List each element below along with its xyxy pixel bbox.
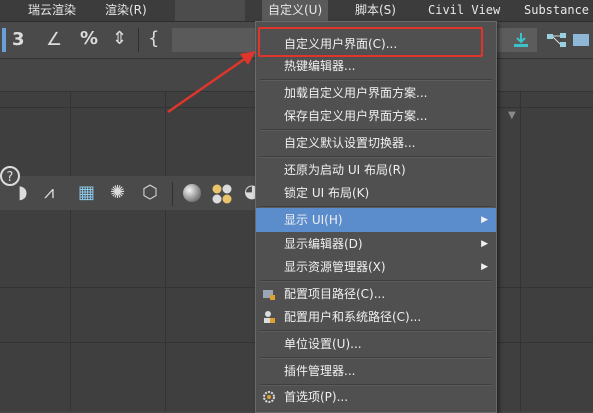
annotation-highlight-box — [258, 27, 483, 57]
menu-blurred-region — [175, 0, 245, 21]
edit-named-selection-icon[interactable]: { — [148, 30, 159, 48]
spinner-snap-icon[interactable]: ⇕ — [112, 30, 127, 48]
menu-item-show-editor[interactable]: 显示编辑器(D) ▶ — [256, 232, 496, 256]
render-effect-icon[interactable]: ⬡ — [142, 184, 158, 202]
material-grid-icon[interactable]: ▦ — [78, 184, 95, 202]
viewport-dropdown-icon[interactable]: ▼ — [508, 110, 516, 121]
menu-customize[interactable]: 自定义(U) — [262, 0, 329, 21]
menu-item-show-ui[interactable]: 显示 UI(H) ▶ — [256, 208, 496, 232]
customize-dropdown-menu: 自定义用户界面(C)... 热键编辑器... 加载自定义用户界面方案... 保存… — [255, 21, 497, 413]
schematic-view-icon[interactable] — [546, 32, 570, 48]
ribbon-icon-strip: ? ◗ ⩘ ▦ ✺ ⬡ ◕ — [0, 166, 260, 210]
menu-substance[interactable]: Substance — [524, 0, 589, 21]
material-swatches-icon[interactable] — [211, 183, 233, 205]
grass-icon[interactable]: ✺ — [110, 184, 125, 202]
gear-icon — [263, 391, 275, 403]
menu-item-save-ui-scheme[interactable]: 保存自定义用户界面方案... — [256, 104, 496, 128]
percent-snap-icon[interactable]: % — [80, 30, 98, 48]
user-path-icon — [264, 311, 275, 323]
menu-item-load-ui-scheme[interactable]: 加载自定义用户界面方案... — [256, 81, 496, 105]
menu-item-hotkey-editor[interactable]: 热键编辑器... — [256, 54, 496, 78]
rig-icon[interactable]: ⩘ — [44, 184, 54, 202]
menu-item-configure-project-paths[interactable]: 配置项目路径(C)... — [256, 282, 496, 306]
menu-item-defaults-switcher[interactable]: 自定义默认设置切换器... — [256, 131, 496, 155]
submenu-arrow-icon: ▶ — [481, 239, 488, 249]
submenu-arrow-icon: ▶ — [481, 215, 488, 225]
sphere-icon[interactable] — [182, 183, 202, 203]
folder-path-icon — [263, 290, 275, 300]
menu-item-show-explorer[interactable]: 显示资源管理器(X) ▶ — [256, 255, 496, 279]
menu-ruiyun-render[interactable]: 瑞云渲染 — [28, 0, 76, 21]
toolbar-separator — [138, 28, 139, 52]
menu-item-lock-ui-layout[interactable]: 锁定 UI 布局(K) — [256, 181, 496, 205]
toolbar-handle — [2, 28, 6, 52]
submenu-arrow-icon: ▶ — [481, 262, 488, 272]
menu-item-revert-startup-layout[interactable]: 还原为启动 UI 布局(R) — [256, 158, 496, 182]
menu-item-preferences[interactable]: 首选项(P)... — [256, 385, 496, 409]
menu-item-units-setup[interactable]: 单位设置(U)... — [256, 332, 496, 356]
material-editor-icon[interactable] — [572, 32, 590, 48]
menu-item-configure-system-paths[interactable]: 配置用户和系统路径(C)... — [256, 305, 496, 329]
named-selection-field[interactable] — [172, 28, 258, 52]
dopesheet-icon[interactable]: ◗ — [18, 184, 27, 202]
angle-snap-icon[interactable]: ∠ — [46, 31, 62, 49]
download-icon[interactable] — [512, 32, 530, 48]
menu-bar: 瑞云渲染 渲染(R) 自定义(U) 脚本(S) Civil View Subst… — [0, 0, 593, 22]
snap-toggle-icon[interactable]: 3 — [12, 31, 25, 49]
help-icon[interactable]: ? — [0, 166, 20, 186]
menu-render[interactable]: 渲染(R) — [105, 0, 147, 21]
menu-script[interactable]: 脚本(S) — [355, 0, 396, 21]
menu-item-plugin-manager[interactable]: 插件管理器... — [256, 359, 496, 383]
menu-civil-view[interactable]: Civil View — [428, 0, 500, 21]
